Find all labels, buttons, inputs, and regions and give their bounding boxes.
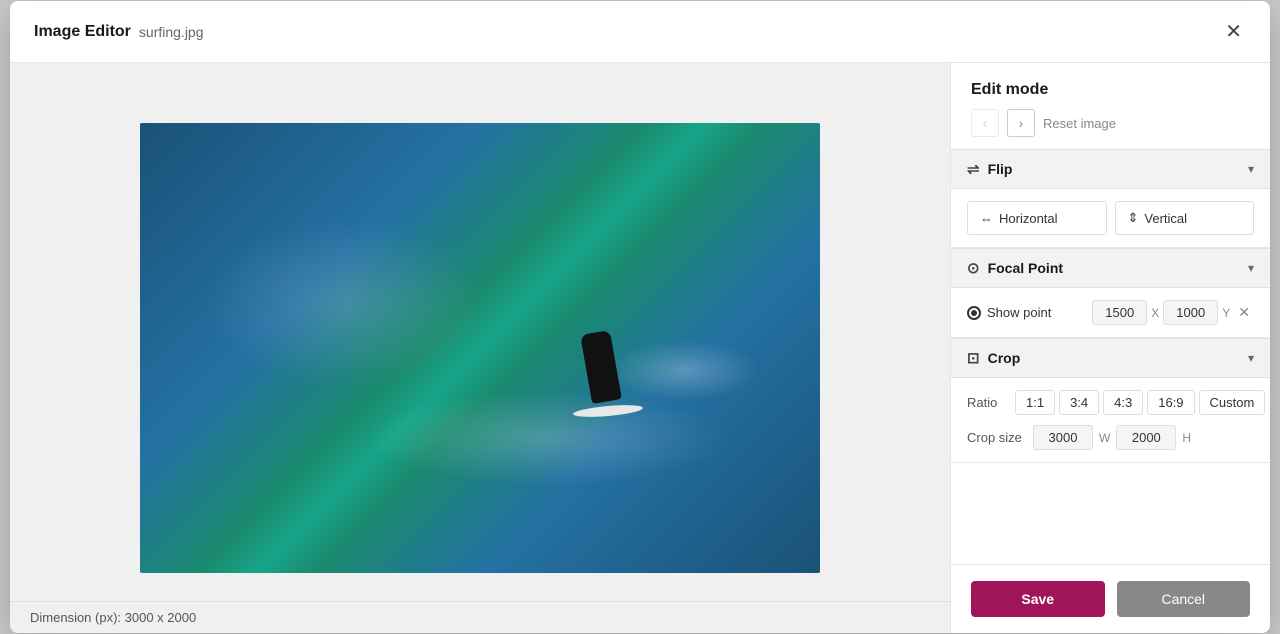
flip-h-icon: ⇔ <box>980 211 993 226</box>
flip-v-icon: ⇕ <box>1128 210 1139 226</box>
flip-section-header[interactable]: ⇌ Flip ▾ <box>951 149 1270 189</box>
crop-size-row: Crop size W H <box>967 425 1254 450</box>
reset-image-button[interactable]: Reset image <box>1043 116 1116 131</box>
crop-icon: ⊡ <box>967 349 980 367</box>
x-coordinate-input[interactable] <box>1092 300 1147 325</box>
focal-section-header[interactable]: ⊙ Focal Point ▾ <box>951 248 1270 288</box>
cancel-button[interactable]: Cancel <box>1117 581 1251 617</box>
coord-group: X Y ✕ <box>1092 300 1254 325</box>
height-label: H <box>1182 431 1191 445</box>
clear-focal-button[interactable]: ✕ <box>1234 304 1254 321</box>
dialog-body: Dimension (px): 3000 x 2000 Edit mode ‹ … <box>10 63 1270 633</box>
ratio-1-1-button[interactable]: 1:1 <box>1015 390 1055 415</box>
crop-height-input[interactable] <box>1116 425 1176 450</box>
ratio-16-9-button[interactable]: 16:9 <box>1147 390 1194 415</box>
flip-section-content: ⇔ Horizontal ⇕ Vertical <box>951 189 1270 248</box>
focal-icon: ⊙ <box>967 259 980 277</box>
crop-section-label: Crop <box>988 350 1021 366</box>
flip-vertical-label: Vertical <box>1144 211 1187 226</box>
x-label: X <box>1151 306 1159 320</box>
close-button[interactable]: ✕ <box>1217 15 1250 48</box>
show-point-text: Show point <box>987 305 1051 320</box>
flip-horizontal-button[interactable]: ⇔ Horizontal <box>967 201 1107 235</box>
crop-width-input[interactable] <box>1033 425 1093 450</box>
ratio-label: Ratio <box>967 395 1007 410</box>
flip-horizontal-label: Horizontal <box>999 211 1058 226</box>
title-bar: Image Editor surfing.jpg ✕ <box>10 1 1270 63</box>
flip-section-label: Flip <box>988 161 1013 177</box>
nav-back-button[interactable]: ‹ <box>971 109 999 137</box>
title-bar-left: Image Editor surfing.jpg <box>34 23 204 41</box>
dimension-text: Dimension (px): 3000 x 2000 <box>30 610 196 625</box>
ratio-custom-button[interactable]: Custom <box>1199 390 1266 415</box>
image-preview <box>140 123 820 573</box>
crop-size-label: Crop size <box>967 430 1027 445</box>
focal-section-label: Focal Point <box>988 260 1063 276</box>
y-label: Y <box>1222 306 1230 320</box>
wave-overlay <box>140 123 820 573</box>
width-label: W <box>1099 431 1110 445</box>
spacer <box>951 463 1270 564</box>
radio-inner <box>971 310 977 316</box>
y-coordinate-input[interactable] <box>1163 300 1218 325</box>
crop-chevron-icon: ▾ <box>1248 351 1254 365</box>
show-point-label: Show point <box>967 305 1051 320</box>
action-bar: Save Cancel <box>951 564 1270 633</box>
image-area: Dimension (px): 3000 x 2000 <box>10 63 950 633</box>
dialog-filename: surfing.jpg <box>139 24 204 40</box>
image-editor-dialog: Image Editor surfing.jpg ✕ Dimension (px… <box>10 1 1270 633</box>
dimension-bar: Dimension (px): 3000 x 2000 <box>10 601 950 633</box>
focal-section-content: Show point X Y ✕ <box>951 288 1270 338</box>
flip-vertical-button[interactable]: ⇕ Vertical <box>1115 201 1255 235</box>
flip-buttons: ⇔ Horizontal ⇕ Vertical <box>967 201 1254 235</box>
dialog-title: Image Editor <box>34 23 131 41</box>
radio-button[interactable] <box>967 306 981 320</box>
flip-icon: ⇌ <box>967 160 980 178</box>
focal-row: Show point X Y ✕ <box>967 300 1254 325</box>
ratio-4-3-button[interactable]: 4:3 <box>1103 390 1143 415</box>
crop-section-header[interactable]: ⊡ Crop ▾ <box>951 338 1270 378</box>
ratio-3-4-button[interactable]: 3:4 <box>1059 390 1099 415</box>
crop-section-content: Ratio 1:1 3:4 4:3 16:9 Custom Crop size … <box>951 378 1270 463</box>
edit-mode-header: Edit mode <box>951 63 1270 109</box>
flip-chevron-icon: ▾ <box>1248 162 1254 176</box>
nav-row: ‹ › Reset image <box>951 109 1270 149</box>
save-button[interactable]: Save <box>971 581 1105 617</box>
ratio-row: Ratio 1:1 3:4 4:3 16:9 Custom <box>967 390 1254 415</box>
focal-chevron-icon: ▾ <box>1248 261 1254 275</box>
right-panel: Edit mode ‹ › Reset image ⇌ Flip ▾ ⇔ <box>950 63 1270 633</box>
nav-forward-button[interactable]: › <box>1007 109 1035 137</box>
